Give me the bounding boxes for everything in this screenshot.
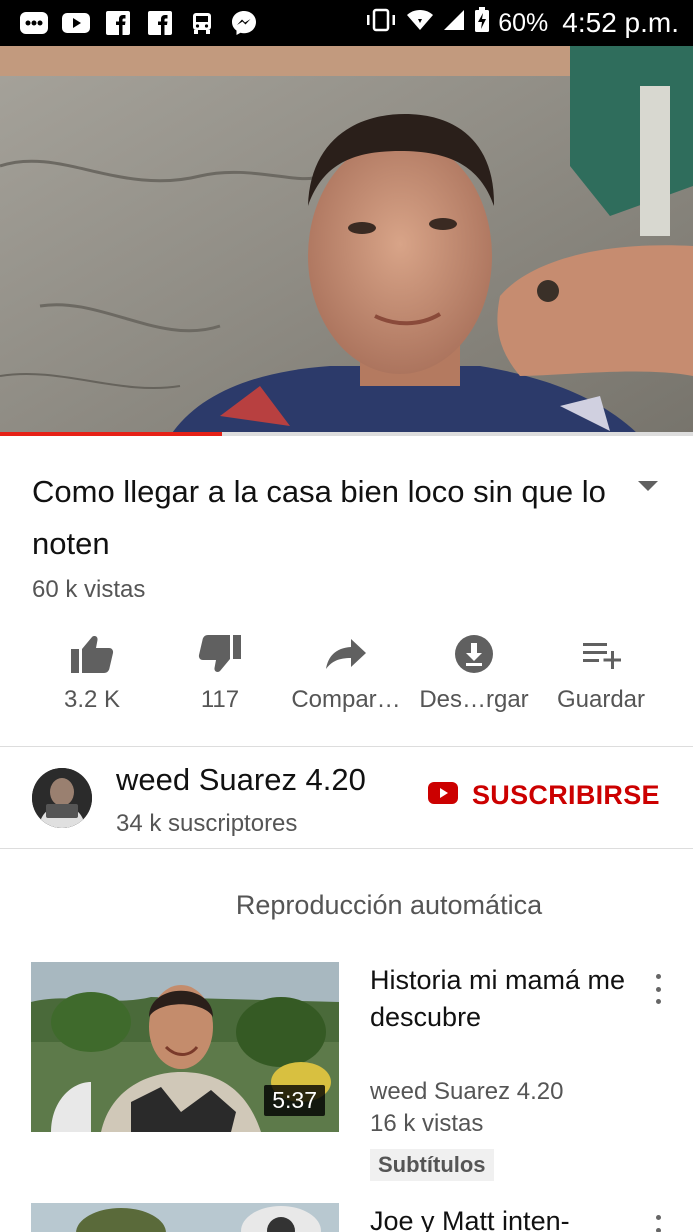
add-to-playlist-icon bbox=[546, 628, 656, 680]
channel-name[interactable]: weed Suarez 4.20 bbox=[116, 762, 366, 798]
video-progress-fill bbox=[0, 432, 222, 436]
clock: 4:52 p.m. bbox=[562, 7, 679, 38]
related-video-title[interactable]: Joe y Matt inten- bbox=[370, 1203, 630, 1232]
share-button[interactable]: Compar… bbox=[286, 628, 406, 714]
more-options-icon[interactable] bbox=[650, 974, 666, 1004]
save-button[interactable]: Guardar bbox=[546, 628, 656, 714]
battery-icon bbox=[474, 6, 490, 40]
bus-icon bbox=[188, 11, 216, 35]
more-icon bbox=[20, 11, 48, 35]
video-actions: 3.2 K 117 Compar… Des…rgar Guardar bbox=[0, 628, 693, 728]
video-player[interactable] bbox=[0, 46, 693, 436]
download-label: Des…rgar bbox=[419, 686, 529, 713]
dislike-count: 117 bbox=[200, 686, 240, 713]
related-video-thumbnail[interactable]: 5:37 bbox=[31, 962, 339, 1132]
vibrate-icon bbox=[364, 7, 398, 39]
subscriber-count: 34 k suscriptores bbox=[116, 810, 298, 837]
related-video-channel: weed Suarez 4.20 bbox=[370, 1078, 564, 1105]
related-video-views: 16 k vistas bbox=[370, 1110, 484, 1137]
download-icon bbox=[414, 628, 534, 680]
signal-icon bbox=[442, 7, 466, 39]
save-label: Guardar bbox=[556, 686, 646, 713]
wifi-icon bbox=[406, 7, 434, 39]
video-frame bbox=[0, 46, 693, 436]
like-button[interactable]: 3.2 K bbox=[42, 628, 142, 714]
download-button[interactable]: Des…rgar bbox=[414, 628, 534, 714]
divider bbox=[0, 746, 693, 747]
video-progress-bar[interactable] bbox=[0, 432, 693, 436]
youtube-icon bbox=[62, 11, 90, 35]
video-title: Como llegar a la casa bien loco sin que … bbox=[32, 474, 606, 561]
thumbnail-image bbox=[31, 1203, 339, 1232]
youtube-logo-icon bbox=[428, 780, 458, 811]
expand-description-icon[interactable] bbox=[636, 478, 660, 494]
channel-avatar[interactable] bbox=[32, 768, 92, 828]
view-count: 60 k vistas bbox=[32, 576, 146, 603]
video-duration: 5:37 bbox=[264, 1085, 325, 1116]
facebook-icon bbox=[146, 11, 174, 35]
battery-percent: 60% bbox=[498, 8, 549, 37]
thumbs-down-icon bbox=[170, 628, 270, 680]
like-count: 3.2 K bbox=[63, 686, 121, 713]
thumbs-up-icon bbox=[42, 628, 142, 680]
subscribe-button[interactable]: SUSCRIBIRSE bbox=[428, 780, 660, 811]
subtitles-badge: Subtítulos bbox=[370, 1149, 494, 1181]
dislike-button[interactable]: 117 bbox=[170, 628, 270, 714]
more-options-icon[interactable] bbox=[650, 1215, 666, 1232]
facebook-icon bbox=[104, 11, 132, 35]
messenger-icon bbox=[230, 11, 258, 35]
subscribe-label: SUSCRIBIRSE bbox=[472, 780, 660, 810]
divider bbox=[0, 848, 693, 849]
share-icon bbox=[286, 628, 406, 680]
status-bar: 60% 4:52 p.m. bbox=[0, 0, 693, 46]
autoplay-label: Reproducción automática bbox=[235, 890, 543, 920]
share-label: Compar… bbox=[291, 686, 401, 713]
related-video-title[interactable]: Historia mi mamá me descubre bbox=[370, 962, 630, 1036]
related-video-thumbnail[interactable] bbox=[31, 1203, 339, 1232]
